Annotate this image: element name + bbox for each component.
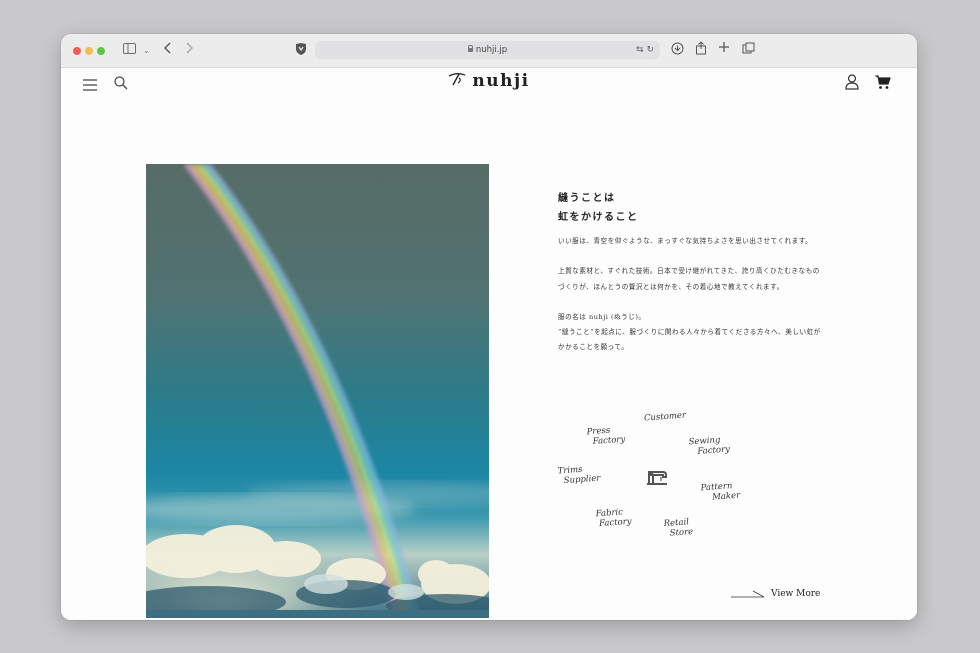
- brand-name: nuhji: [472, 71, 530, 91]
- paragraph-3-line-1: 服の名は nuhji (ぬうじ)。: [558, 312, 646, 321]
- account-icon[interactable]: [845, 74, 859, 94]
- share-icon[interactable]: [695, 41, 707, 59]
- translate-reload-icon[interactable]: ⇆ ↻: [636, 41, 654, 59]
- intro-text: いい服は、青空を仰ぐような、まっすぐな気持ちよさを思い出させてくれます。 上質な…: [558, 234, 821, 356]
- back-button[interactable]: [163, 41, 172, 59]
- label-sewing-factory: Sewing Factory: [688, 435, 731, 457]
- label-customer: Customer: [643, 410, 687, 424]
- tab-overview-icon[interactable]: [742, 42, 755, 59]
- paragraph-2: 上質な素材と、すぐれた技術。日本で受け継がれてきた、誇り高くひたむきなものづくり…: [558, 267, 820, 291]
- lock-icon: [467, 45, 474, 52]
- label-pattern-maker: Pattern Maker: [700, 481, 741, 503]
- zoom-window-button[interactable]: [97, 47, 105, 55]
- view-more-link[interactable]: View More: [731, 589, 820, 599]
- label-fabric-factory: Fabric Factory: [595, 507, 632, 530]
- browser-toolbar: ⌄ nuhji.jp ⇆ ↻: [61, 34, 917, 68]
- browser-window: ⌄ nuhji.jp ⇆ ↻ nuhji 縫うことは 虹をかけること いい服は、…: [61, 34, 917, 620]
- url-text: nuhji.jp: [475, 45, 508, 55]
- label-retail-store: Retail Store: [663, 517, 694, 539]
- minimize-window-button[interactable]: [85, 47, 93, 55]
- heading-line-2: 虹をかけること: [558, 212, 639, 223]
- chevron-down-icon[interactable]: ⌄: [143, 43, 150, 59]
- new-tab-icon[interactable]: [718, 41, 730, 57]
- needle-logo-icon: [448, 72, 466, 90]
- label-trims-supplier: Trims Supplier: [557, 464, 601, 487]
- close-window-button[interactable]: [73, 47, 81, 55]
- page-heading: 縫うことは 虹をかけること: [558, 189, 678, 227]
- arrow-right-icon: [731, 590, 765, 597]
- site-page: nuhji 縫うことは 虹をかけること いい服は、青空を仰ぐような、まっすぐな気…: [61, 68, 917, 620]
- download-icon[interactable]: [671, 42, 684, 59]
- sewing-machine-icon: [645, 468, 669, 490]
- view-more-label: View More: [771, 589, 821, 599]
- paragraph-1: いい服は、青空を仰ぐような、まっすぐな気持ちよさを思い出させてくれます。: [558, 237, 813, 245]
- address-bar[interactable]: nuhji.jp ⇆ ↻: [315, 41, 660, 59]
- sidebar-toggle-icon[interactable]: [123, 43, 137, 59]
- heading-line-1: 縫うことは: [558, 193, 616, 204]
- label-press-factory: Press Factory: [586, 425, 626, 447]
- shield-icon[interactable]: [295, 43, 307, 60]
- forward-button[interactable]: [185, 41, 194, 59]
- paragraph-3-line-2: “縫うこと”を起点に、服づくりに関わる人々から着てくださる方々へ、美しい虹がかか…: [558, 328, 821, 352]
- supply-chain-diagram: Customer Press Factory Sewing Factory Tr…: [551, 400, 761, 550]
- cart-icon[interactable]: [875, 75, 891, 94]
- rainbow-photo: [146, 164, 489, 618]
- site-logo[interactable]: nuhji: [61, 71, 917, 91]
